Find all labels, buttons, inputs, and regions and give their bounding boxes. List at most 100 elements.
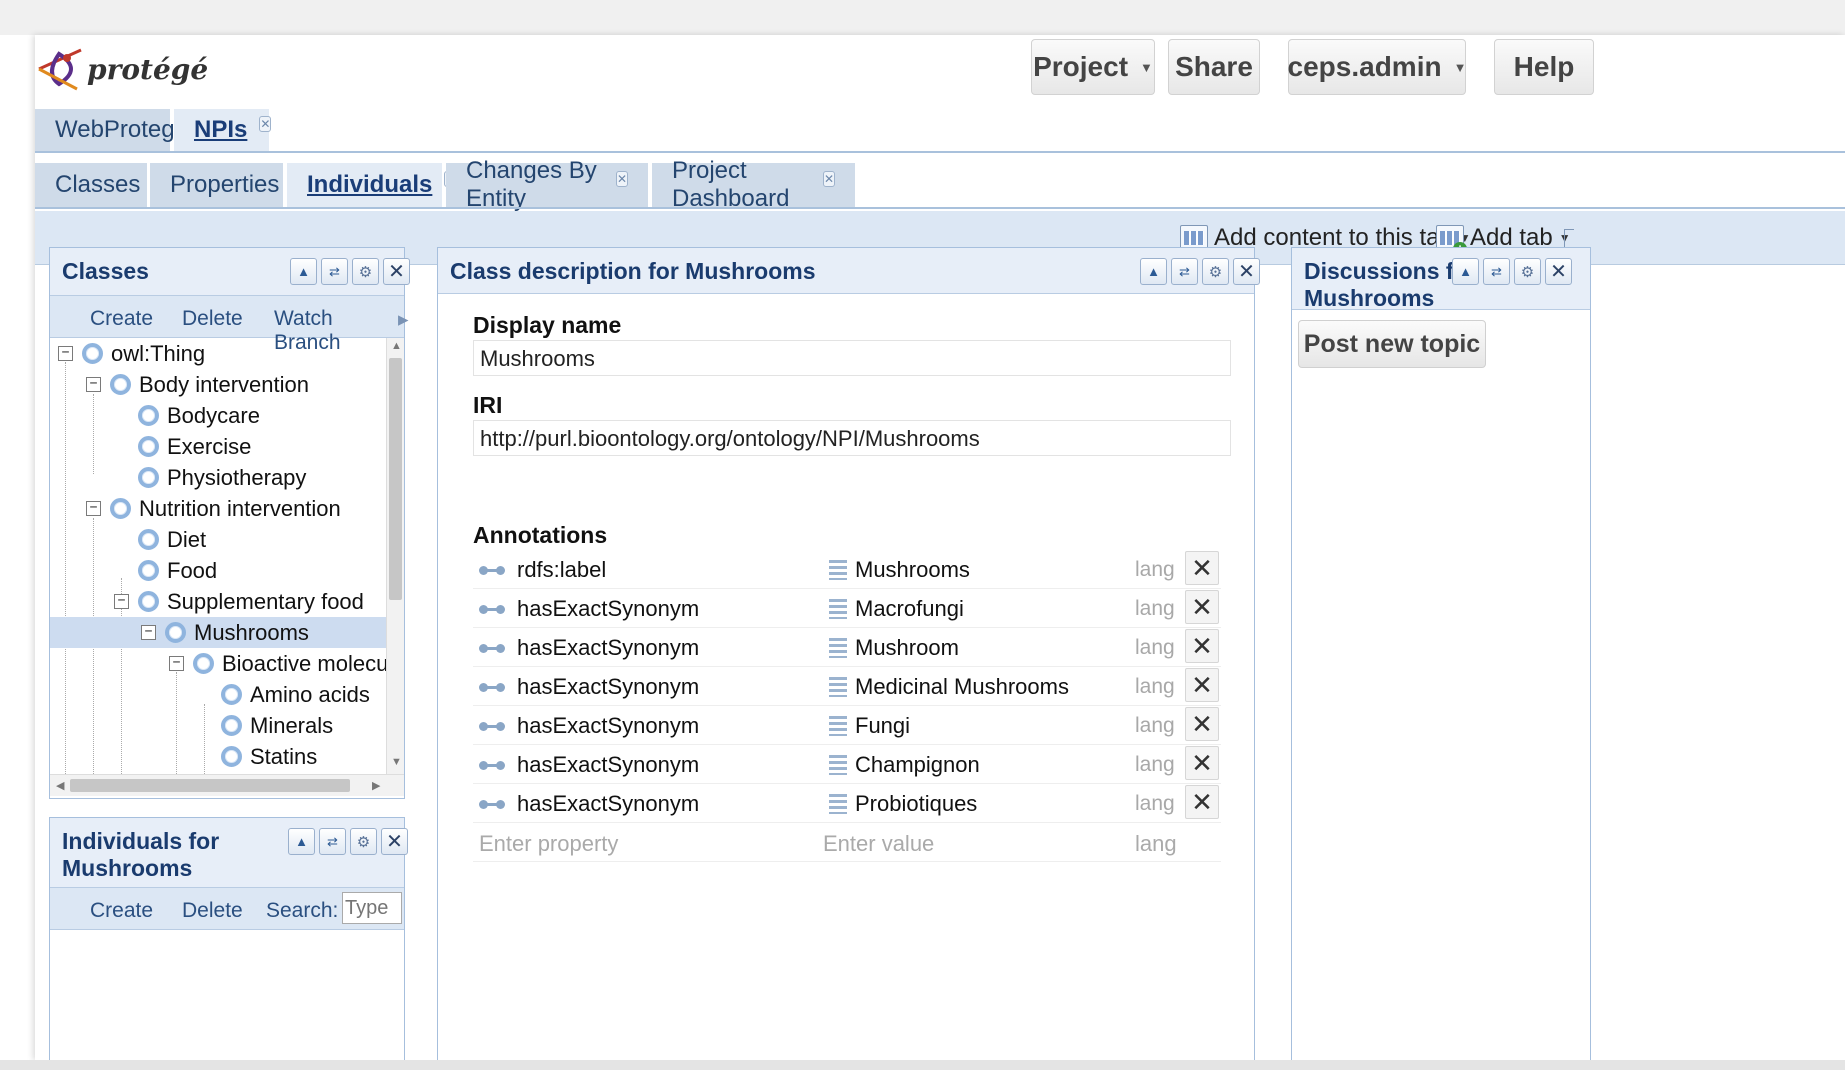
project-menu-button[interactable]: Project ▼ [1031, 39, 1155, 95]
tree-node-bodycare[interactable]: Bodycare [138, 400, 260, 431]
delete-annotation-button[interactable]: ✕ [1185, 707, 1219, 741]
scrollbar-thumb[interactable] [389, 358, 402, 600]
enter-value-input[interactable]: Enter value [823, 831, 934, 857]
user-menu-button[interactable]: ceps.admin ▼ [1288, 39, 1466, 95]
annotation-lang[interactable]: lang [1135, 753, 1175, 777]
refresh-icon[interactable]: ⇄ [1483, 258, 1510, 285]
collapse-node-icon[interactable]: − [86, 501, 101, 516]
tab-properties[interactable]: Properties ✕ [150, 163, 304, 207]
collapse-node-icon[interactable]: − [169, 656, 184, 671]
collapse-node-icon[interactable]: − [58, 346, 73, 361]
delete-annotation-button[interactable]: ✕ [1185, 668, 1219, 702]
collapse-icon[interactable]: ▲ [1140, 258, 1167, 285]
scroll-right-icon[interactable]: ▶ [372, 779, 380, 792]
delete-annotation-button[interactable]: ✕ [1185, 551, 1219, 585]
collapse-node-icon[interactable]: − [114, 594, 129, 609]
annotation-value[interactable]: Mushrooms [829, 557, 970, 583]
annotation-property[interactable]: hasExactSynonym [479, 752, 699, 778]
refresh-icon[interactable]: ⇄ [1171, 258, 1198, 285]
collapse-icon[interactable]: ▲ [1452, 258, 1479, 285]
scrollbar-thumb[interactable] [70, 779, 350, 792]
help-button[interactable]: Help [1494, 39, 1594, 95]
tree-node-supplementary-food[interactable]: − Supplementary food [114, 586, 364, 617]
annotation-property[interactable]: hasExactSynonym [479, 713, 699, 739]
search-input[interactable] [342, 892, 402, 924]
annotation-lang[interactable]: lang [1135, 636, 1175, 660]
annotation-property[interactable]: hasExactSynonym [479, 635, 699, 661]
class-circle-icon [138, 405, 159, 426]
display-name-field[interactable]: Mushrooms [473, 340, 1231, 376]
delete-individual-button[interactable]: Delete [182, 899, 243, 923]
delete-annotation-button[interactable]: ✕ [1185, 746, 1219, 780]
tree-node-diet[interactable]: Diet [138, 524, 206, 555]
annotation-property[interactable]: hasExactSynonym [479, 791, 699, 817]
tree-node-food[interactable]: Food [138, 555, 217, 586]
protege-logo[interactable]: protégé [37, 39, 208, 99]
tree-node-bioactive-molecules[interactable]: − Bioactive molecules [169, 648, 386, 679]
delete-class-button[interactable]: Delete [182, 307, 243, 331]
enter-lang-input[interactable]: lang [1135, 831, 1177, 857]
close-icon[interactable]: ✕ [381, 828, 408, 855]
annotation-lang[interactable]: lang [1135, 558, 1175, 582]
close-icon[interactable]: ✕ [383, 258, 410, 285]
tree-node-physiotherapy[interactable]: Physiotherapy [138, 462, 306, 493]
tab-individuals[interactable]: Individuals ✕ [287, 163, 457, 207]
collapse-node-icon[interactable]: − [141, 625, 156, 640]
tree-node-mushrooms[interactable]: − Mushrooms [50, 617, 386, 648]
gear-icon[interactable]: ⚙ [352, 258, 379, 285]
project-tab-webprotege[interactable]: WebProtege [35, 109, 188, 151]
tab-changes-by-entity[interactable]: Changes By Entity ✕ [446, 157, 648, 212]
delete-annotation-button[interactable]: ✕ [1185, 629, 1219, 663]
create-individual-button[interactable]: Create [90, 899, 153, 923]
annotation-value[interactable]: Probiotiques [829, 791, 977, 817]
create-class-button[interactable]: Create [90, 307, 153, 331]
gear-icon[interactable]: ⚙ [1514, 258, 1541, 285]
annotation-lang[interactable]: lang [1135, 675, 1175, 699]
annotation-value[interactable]: Mushroom [829, 635, 959, 661]
close-icon[interactable]: ✕ [1545, 258, 1572, 285]
gear-icon[interactable]: ⚙ [1202, 258, 1229, 285]
refresh-icon[interactable]: ⇄ [319, 828, 346, 855]
tree-node-statins[interactable]: Statins [221, 741, 317, 772]
collapse-node-icon[interactable]: − [86, 377, 101, 392]
gear-icon[interactable]: ⚙ [350, 828, 377, 855]
close-tab-icon[interactable]: ✕ [259, 116, 272, 132]
annotation-property[interactable]: hasExactSynonym [479, 596, 699, 622]
annotation-value[interactable]: Macrofungi [829, 596, 964, 622]
delete-annotation-button[interactable]: ✕ [1185, 590, 1219, 624]
annotation-property[interactable]: hasExactSynonym [479, 674, 699, 700]
tab-project-dashboard[interactable]: Project Dashboard ✕ [652, 157, 855, 212]
post-new-topic-button[interactable]: Post new topic [1298, 320, 1486, 368]
annotation-value[interactable]: Champignon [829, 752, 980, 778]
scroll-up-icon[interactable]: ▲ [391, 340, 402, 352]
annotation-value[interactable]: Medicinal Mushrooms [829, 674, 1069, 700]
annotation-lang[interactable]: lang [1135, 792, 1175, 816]
share-button[interactable]: Share [1168, 39, 1260, 95]
tree-horizontal-scrollbar[interactable]: ◀ ▶ [50, 774, 404, 796]
close-tab-icon[interactable]: ✕ [822, 171, 835, 187]
iri-field[interactable]: http://purl.bioontology.org/ontology/NPI… [473, 420, 1231, 456]
enter-property-input[interactable]: Enter property [479, 831, 618, 857]
scroll-down-icon[interactable]: ▼ [391, 756, 402, 768]
tree-node-minerals[interactable]: Minerals [221, 710, 333, 741]
tab-classes[interactable]: Classes ✕ [35, 163, 165, 207]
collapse-icon[interactable]: ▲ [290, 258, 317, 285]
tree-node-nutrition-intervention[interactable]: − Nutrition intervention [86, 493, 341, 524]
annotation-lang[interactable]: lang [1135, 714, 1175, 738]
annotation-lang[interactable]: lang [1135, 597, 1175, 621]
collapse-icon[interactable]: ▲ [288, 828, 315, 855]
tree-vertical-scrollbar[interactable]: ▲ ▼ [386, 338, 404, 774]
project-tab-npis[interactable]: NPIs ✕ [174, 109, 272, 151]
close-icon[interactable]: ✕ [1233, 258, 1260, 285]
close-tab-icon[interactable]: ✕ [615, 171, 628, 187]
tree-node-owl-thing[interactable]: − owl:Thing [58, 338, 205, 369]
tree-node-body-intervention[interactable]: − Body intervention [86, 369, 309, 400]
delete-annotation-button[interactable]: ✕ [1185, 785, 1219, 819]
tree-node-exercise[interactable]: Exercise [138, 431, 251, 462]
toolbar-more-icon[interactable]: ▸ [398, 307, 409, 332]
scroll-left-icon[interactable]: ◀ [56, 779, 64, 792]
refresh-icon[interactable]: ⇄ [321, 258, 348, 285]
tree-node-amino-acids[interactable]: Amino acids [221, 679, 370, 710]
annotation-property[interactable]: rdfs:label [479, 557, 606, 583]
annotation-value[interactable]: Fungi [829, 713, 910, 739]
